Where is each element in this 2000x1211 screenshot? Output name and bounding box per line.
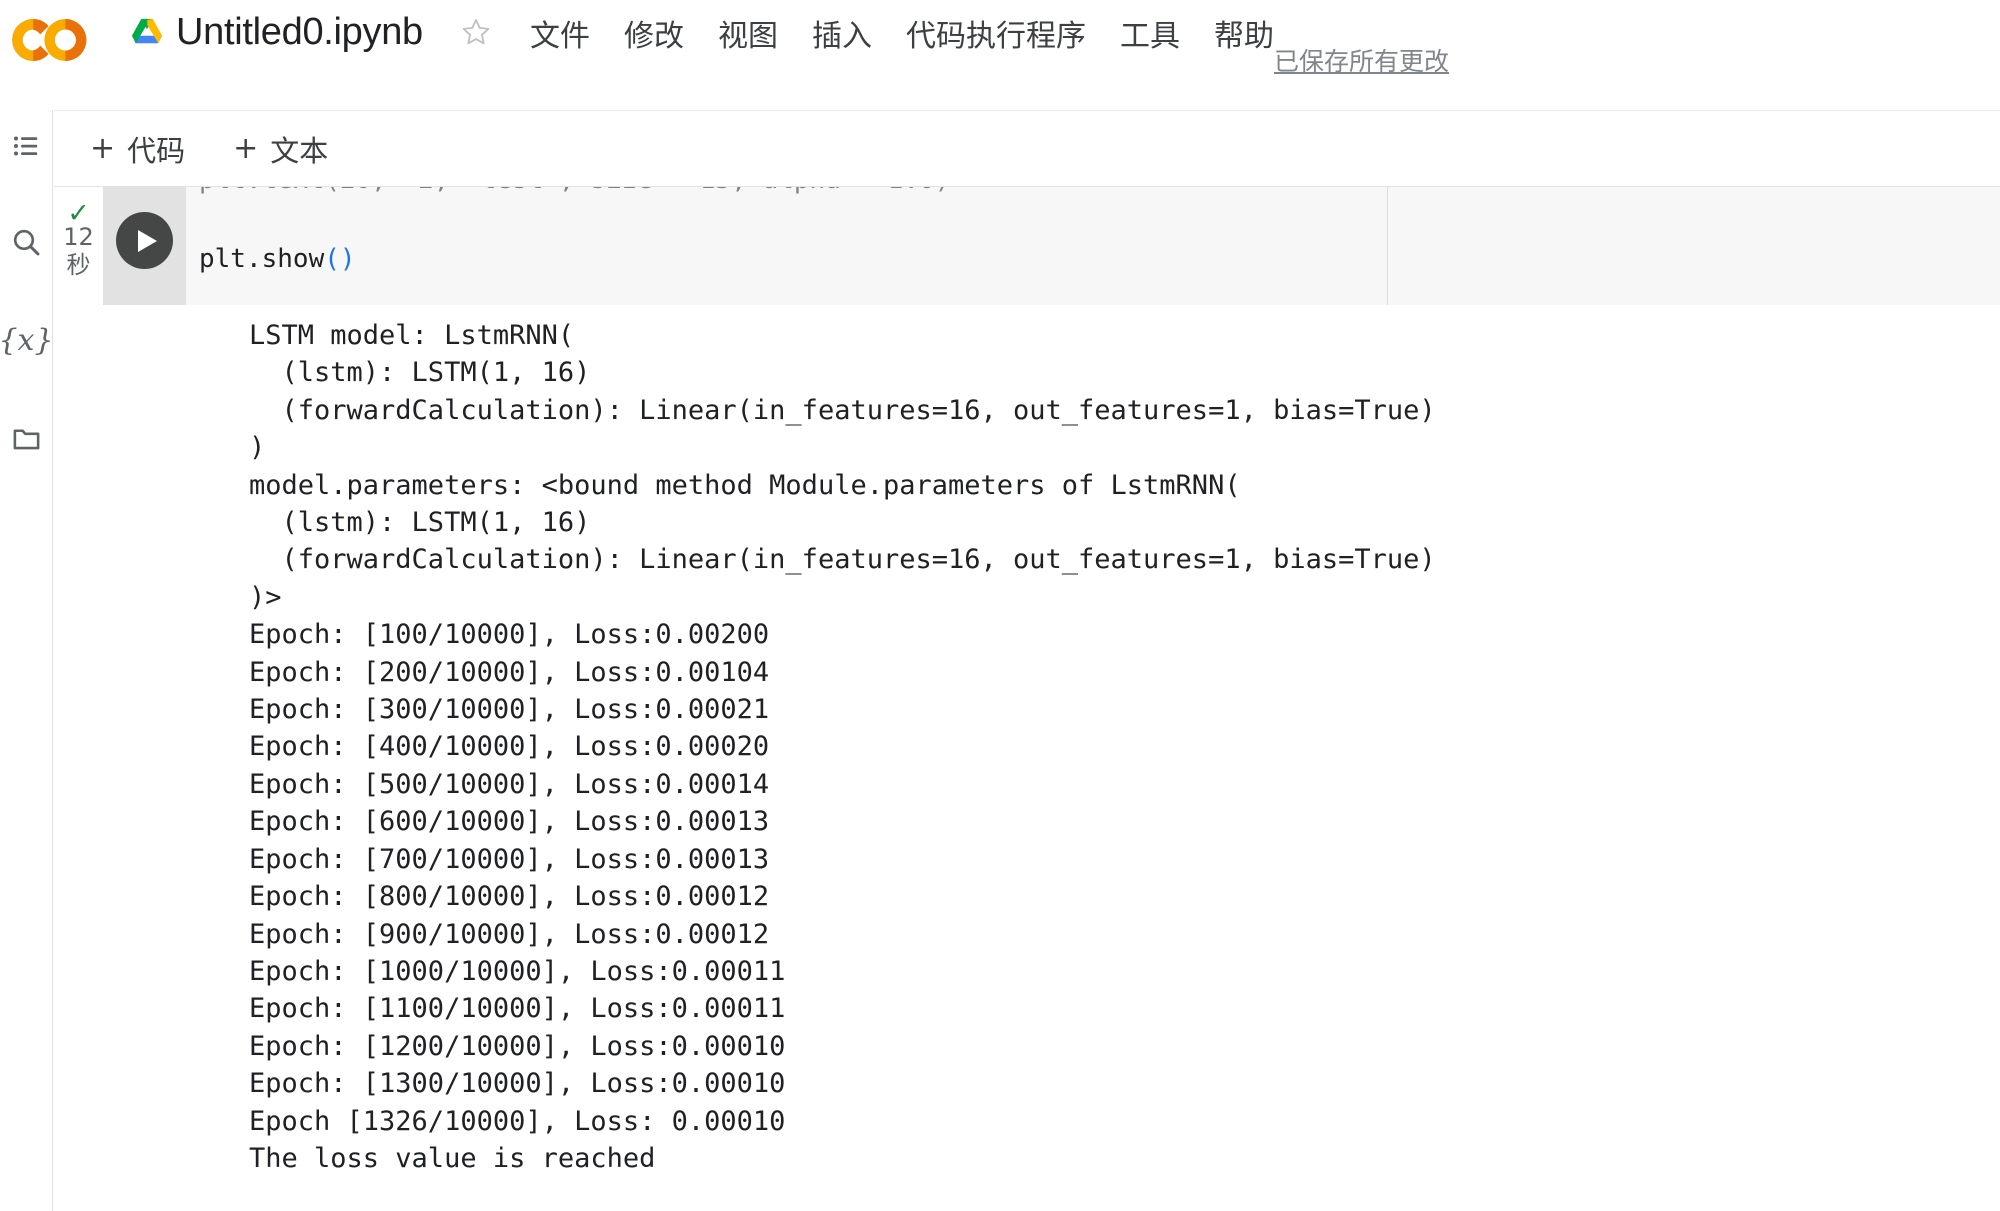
run-cell-button[interactable] bbox=[116, 212, 173, 269]
plus-icon: + bbox=[90, 130, 116, 166]
search-icon bbox=[10, 226, 42, 258]
notebook-scroll-area[interactable]: ✓ 12 秒 plt.text(20, -2, 'test', size = 1… bbox=[54, 186, 2000, 1211]
table-of-contents-icon bbox=[11, 131, 41, 161]
save-status-label[interactable]: 已保存所有更改 bbox=[1274, 42, 1449, 78]
plus-icon: + bbox=[233, 130, 259, 166]
execution-time-value: 12 bbox=[63, 223, 94, 251]
play-icon bbox=[138, 229, 157, 252]
add-code-cell-button[interactable]: + 代码 bbox=[90, 128, 185, 170]
sidebar-item-toc[interactable] bbox=[0, 120, 52, 172]
execution-time-unit: 秒 bbox=[66, 251, 91, 279]
cell-right-divider bbox=[1387, 187, 1388, 306]
cell-output-text: LSTM model: LstmRNN( (lstm): LSTM(1, 16)… bbox=[249, 320, 1436, 1174]
menu-item-runtime[interactable]: 代码执行程序 bbox=[906, 11, 1086, 55]
cell-output-area: LSTM model: LstmRNN( (lstm): LSTM(1, 16)… bbox=[54, 305, 2000, 1211]
sidebar-item-search[interactable] bbox=[0, 216, 52, 268]
cell-run-gutter[interactable] bbox=[103, 187, 186, 306]
menu-bar: 文件 修改 视图 插入 代码执行程序 工具 帮助 bbox=[530, 10, 1274, 56]
folder-icon bbox=[11, 423, 42, 454]
notebook-toolbar: + 代码 + 文本 bbox=[54, 110, 2000, 186]
menu-item-help[interactable]: 帮助 bbox=[1214, 11, 1274, 55]
notebook-title-block: Untitled0.ipynb bbox=[130, 4, 493, 60]
menu-item-tools[interactable]: 工具 bbox=[1120, 11, 1180, 55]
notebook-title[interactable]: Untitled0.ipynb bbox=[176, 11, 423, 54]
star-icon[interactable] bbox=[459, 15, 493, 49]
code-line-visible: plt.show() bbox=[199, 239, 356, 279]
variables-icon: {x} bbox=[0, 322, 54, 358]
code-cell[interactable]: ✓ 12 秒 plt.text(20, -2, 'test', size = 1… bbox=[54, 186, 2000, 306]
drive-icon bbox=[130, 17, 164, 47]
add-text-cell-label: 文本 bbox=[270, 133, 329, 168]
code-token-function: plt.show bbox=[199, 244, 325, 274]
menu-item-file[interactable]: 文件 bbox=[530, 11, 590, 55]
cell-execution-status: ✓ 12 秒 bbox=[54, 187, 103, 306]
sidebar-item-variables[interactable]: {x} bbox=[0, 314, 54, 366]
colab-logo[interactable] bbox=[8, 14, 92, 66]
add-code-cell-label: 代码 bbox=[127, 133, 186, 168]
sidebar-item-files[interactable] bbox=[0, 412, 52, 464]
menu-item-edit[interactable]: 修改 bbox=[624, 11, 684, 55]
menu-item-view[interactable]: 视图 bbox=[718, 11, 778, 55]
code-token-parens: () bbox=[324, 244, 356, 274]
add-text-cell-button[interactable]: + 文本 bbox=[233, 128, 328, 170]
code-line-clipped: plt.text(20, -2, 'test', size = 15, alph… bbox=[199, 187, 950, 200]
success-check-icon: ✓ bbox=[67, 198, 90, 228]
app-header: Untitled0.ipynb 文件 修改 视图 插入 代码执行程序 工具 帮助… bbox=[0, 0, 2000, 110]
menu-item-insert[interactable]: 插入 bbox=[812, 11, 872, 55]
code-editor[interactable]: plt.text(20, -2, 'test', size = 15, alph… bbox=[199, 187, 1379, 306]
left-sidebar: {x} bbox=[0, 110, 54, 1211]
